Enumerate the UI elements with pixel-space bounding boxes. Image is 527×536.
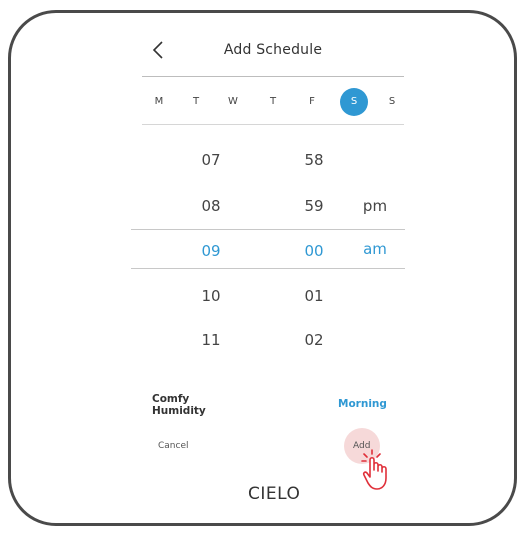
day-wednesday[interactable]: W <box>219 88 247 116</box>
day-sunday[interactable]: S <box>378 88 406 116</box>
cancel-button[interactable]: Cancel <box>158 441 189 451</box>
hour-option-selected[interactable]: 09 <box>191 242 231 260</box>
page-title: Add Schedule <box>223 42 323 58</box>
day-selector: M T W T F S S <box>142 84 404 125</box>
day-friday[interactable]: F <box>298 88 326 116</box>
hand-cursor-icon <box>361 449 387 490</box>
mode-label-line1: Comfy <box>152 393 190 405</box>
day-thursday[interactable]: T <box>259 88 287 116</box>
mode-label: Comfy Humidity <box>152 393 206 417</box>
brand-logo: CIELO <box>248 484 301 504</box>
mode-label-line2: Humidity <box>152 405 206 417</box>
selection-divider-top <box>131 229 405 230</box>
header: Add Schedule <box>142 36 404 77</box>
minute-option[interactable]: 01 <box>294 287 334 305</box>
minute-option[interactable]: 59 <box>294 197 334 215</box>
day-saturday[interactable]: S <box>340 88 368 116</box>
hour-option[interactable]: 11 <box>191 331 231 349</box>
hour-option[interactable]: 07 <box>191 151 231 169</box>
period-option-selected[interactable]: am <box>355 240 395 258</box>
period-option[interactable]: pm <box>355 197 395 215</box>
minute-option[interactable]: 58 <box>294 151 334 169</box>
mode-value[interactable]: Morning <box>338 398 387 410</box>
hour-option[interactable]: 08 <box>191 197 231 215</box>
day-monday[interactable]: M <box>145 88 173 116</box>
minute-option[interactable]: 02 <box>294 331 334 349</box>
minute-option-selected[interactable]: 00 <box>294 242 334 260</box>
selection-divider-bottom <box>131 268 405 269</box>
hour-option[interactable]: 10 <box>191 287 231 305</box>
day-tuesday[interactable]: T <box>182 88 210 116</box>
